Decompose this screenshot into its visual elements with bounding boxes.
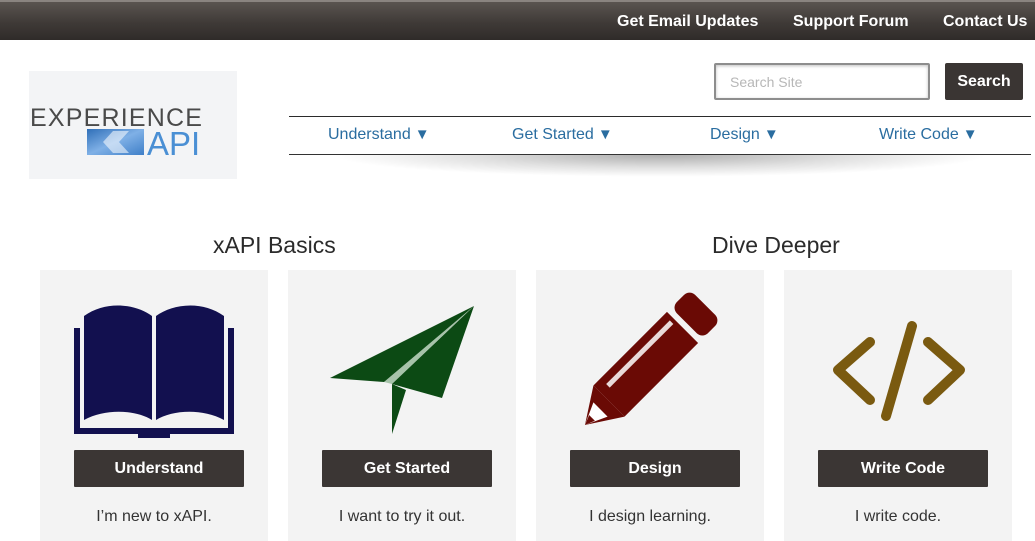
top-bar: Get Email Updates Support Forum Contact … — [0, 0, 1035, 40]
nav-understand[interactable]: Understand ▼ — [328, 124, 430, 146]
nav-label: Understand — [328, 126, 411, 143]
book-icon — [74, 305, 234, 438]
paper-plane-icon — [330, 306, 474, 434]
search-input[interactable] — [714, 63, 930, 100]
card-get-started: Get Started I want to try it out. — [288, 270, 516, 541]
nav-label: Write Code — [879, 126, 959, 143]
design-button[interactable]: Design — [570, 450, 740, 487]
card-caption: I write code. — [854, 508, 942, 525]
contact-us-link[interactable]: Contact Us — [943, 2, 1027, 42]
card-design: Design I design learning. — [536, 270, 764, 541]
nav-label: Design — [710, 126, 760, 143]
nav-shadow — [330, 155, 990, 177]
caret-down-icon: ▼ — [962, 125, 978, 143]
get-started-button[interactable]: Get Started — [322, 450, 492, 487]
section-heading-basics: xAPI Basics — [213, 232, 336, 258]
search-button[interactable]: Search — [945, 63, 1023, 100]
card-caption: I want to try it out. — [338, 508, 466, 525]
experience-api-logo-graphic: EXPERIENCE API — [30, 104, 202, 162]
logo-line2: API — [147, 125, 200, 162]
nav-divider-top — [289, 116, 1031, 117]
section-heading-deeper: Dive Deeper — [712, 232, 840, 258]
code-icon — [833, 321, 965, 421]
experience-api-logo[interactable]: EXPERIENCE API — [29, 71, 237, 179]
write-code-button[interactable]: Write Code — [818, 450, 988, 487]
card-understand: Understand I’m new to xAPI. — [40, 270, 268, 541]
support-forum-link[interactable]: Support Forum — [793, 2, 909, 42]
card-caption: I design learning. — [589, 508, 711, 525]
nav-get-started[interactable]: Get Started ▼ — [512, 124, 613, 146]
pencil-icon — [584, 292, 718, 426]
card-caption: I’m new to xAPI. — [96, 508, 212, 525]
caret-down-icon: ▼ — [414, 125, 430, 143]
nav-design[interactable]: Design ▼ — [710, 124, 779, 146]
card-write-code: Write Code I write code. — [784, 270, 1012, 541]
caret-down-icon: ▼ — [763, 125, 779, 143]
nav-write-code[interactable]: Write Code ▼ — [879, 124, 978, 146]
get-email-updates-link[interactable]: Get Email Updates — [617, 2, 758, 42]
caret-down-icon: ▼ — [597, 125, 613, 143]
understand-button[interactable]: Understand — [74, 450, 244, 487]
nav-label: Get Started — [512, 126, 594, 143]
